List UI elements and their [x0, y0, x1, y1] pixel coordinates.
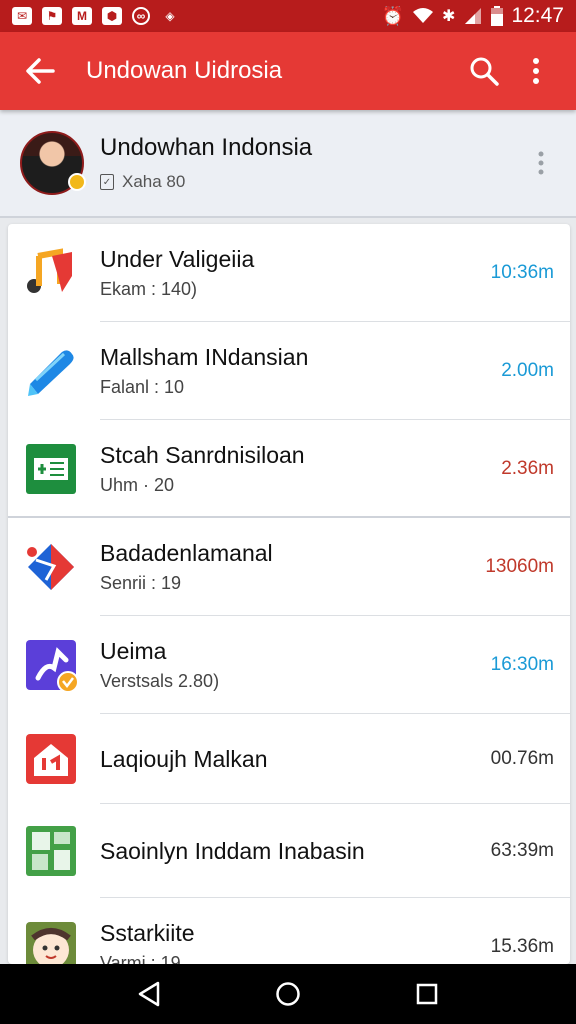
nav-back-button[interactable]: [125, 970, 173, 1018]
overflow-menu-button[interactable]: [510, 45, 562, 97]
profile-subtitle: Xaha 80: [122, 172, 186, 191]
badge-icon: [68, 173, 86, 191]
circle-home-icon: [276, 982, 300, 1006]
profile-name: Undowhan Indonsia: [100, 134, 313, 161]
clock: 12:47: [511, 4, 564, 27]
item-subtitle: Verstsals 2.80): [100, 671, 220, 691]
notification-icons: ✉ ⚑ M ⬢ ∞ ◈: [12, 7, 180, 25]
item-title: Under Valigeiia: [100, 246, 255, 272]
spreadsheet-icon: [24, 442, 78, 496]
item-text: Sstarkiite Varmi : 19: [100, 920, 474, 964]
profile-menu-button[interactable]: [526, 143, 556, 183]
music-app-icon: [24, 638, 79, 693]
system-nav-bar: [0, 964, 576, 1024]
item-time: 16:30m: [490, 654, 554, 675]
item-text: Ueima Verstsals 2.80): [100, 638, 474, 692]
app-title: Undowan Uidrosia: [86, 57, 283, 84]
system-icons: ⏰ ✱ 12:47: [382, 4, 564, 28]
item-subtitle: Varmi : 19: [100, 953, 181, 964]
profile-header[interactable]: Undowhan Indonsia ✓ Xaha 80: [0, 110, 576, 218]
triangle-back-icon: [139, 981, 160, 1007]
item-time: 10:36m: [490, 262, 554, 283]
search-icon: [470, 57, 499, 86]
nav-home-button[interactable]: [264, 970, 312, 1018]
item-time: 00.76m: [490, 748, 554, 769]
app-list: Under Valigeiia Ekam : 140) 10:36m Malls…: [8, 224, 570, 964]
link-icon: ∞: [132, 7, 150, 25]
item-time: 2.00m: [501, 360, 554, 381]
list-item[interactable]: Mallsham INdansian Falanl : 10 2.00m: [8, 322, 570, 420]
app-bar: Undowan Uidrosia: [0, 32, 576, 110]
signal-icon: [465, 8, 482, 24]
item-title: Saoinlyn Inddam Inabasin: [100, 837, 365, 864]
character-icon: [24, 920, 78, 964]
profile-subtitle-row: ✓ Xaha 80: [100, 172, 526, 192]
item-title: Badadenlamanal: [100, 540, 273, 566]
shield-icon: ⬢: [102, 7, 122, 25]
item-text: Under Valigeiia Ekam : 140): [100, 246, 474, 300]
list-item[interactable]: Stcah Sanrdnisiloan Uhm · 20 2.36m: [8, 420, 570, 518]
battery-icon: [491, 6, 504, 26]
item-title: Stcah Sanrdnisiloan: [100, 442, 305, 468]
avatar: [20, 131, 86, 195]
mail-icon: ✉: [12, 7, 32, 25]
item-text: Badadenlamanal Senrii : 19: [100, 540, 474, 594]
arrow-back-icon: [26, 58, 55, 84]
square-recents-icon: [416, 983, 437, 1005]
alarm-icon: ⏰: [381, 5, 405, 26]
item-text: Mallsham INdansian Falanl : 10: [100, 344, 474, 398]
profile-text: Undowhan Indonsia ✓ Xaha 80: [100, 134, 526, 192]
list-item[interactable]: Laqioujh Malkan 00.76m: [8, 714, 570, 804]
list-item[interactable]: Ueima Verstsals 2.80) 16:30m: [8, 616, 570, 714]
list-item[interactable]: Badadenlamanal Senrii : 19 13060m: [8, 518, 570, 616]
item-title: Ueima: [100, 638, 167, 664]
wifi-icon: [413, 8, 434, 23]
item-text: Laqioujh Malkan: [100, 746, 474, 773]
item-subtitle: Uhm · 20: [100, 475, 175, 495]
item-title: Sstarkiite: [100, 920, 195, 946]
music-note-icon: [24, 246, 78, 300]
grid-app-icon: [24, 824, 78, 878]
item-subtitle: Ekam : 140): [100, 279, 198, 299]
bookmark-icon: ◈: [165, 9, 175, 23]
item-title: Mallsham INdansian: [100, 344, 309, 370]
list-item[interactable]: Saoinlyn Inddam Inabasin 63:39m: [8, 804, 570, 898]
status-bar: ✉ ⚑ M ⬢ ∞ ◈ ⏰ ✱ 12:47: [0, 0, 576, 32]
item-time: 13060m: [485, 556, 554, 577]
pencil-icon: [24, 344, 78, 398]
item-title: Laqioujh Malkan: [100, 745, 268, 772]
gmail-icon: M: [72, 7, 92, 25]
item-subtitle: Senrii : 19: [100, 573, 182, 593]
list-item[interactable]: Under Valigeiia Ekam : 140) 10:36m: [8, 224, 570, 322]
item-time: 63:39m: [490, 840, 554, 861]
item-time: 2.36m: [501, 458, 554, 479]
search-button[interactable]: [458, 45, 510, 97]
back-button[interactable]: [14, 45, 66, 97]
item-time: 15.36m: [490, 936, 554, 957]
home-icon: [24, 732, 78, 786]
more-vert-icon: [533, 58, 539, 84]
nav-recents-button[interactable]: [403, 970, 451, 1018]
list-item[interactable]: Sstarkiite Varmi : 19 15.36m: [8, 898, 570, 964]
flag-icon: ⚑: [42, 7, 62, 25]
check-box-icon: ✓: [100, 174, 114, 190]
item-text: Stcah Sanrdnisiloan Uhm · 20: [100, 442, 474, 496]
bluetooth-icon: ✱: [442, 8, 456, 25]
more-vert-icon: [538, 151, 544, 175]
diamond-icon: [24, 540, 78, 594]
item-subtitle: Falanl : 10: [100, 377, 185, 397]
item-text: Saoinlyn Inddam Inabasin: [100, 838, 474, 865]
